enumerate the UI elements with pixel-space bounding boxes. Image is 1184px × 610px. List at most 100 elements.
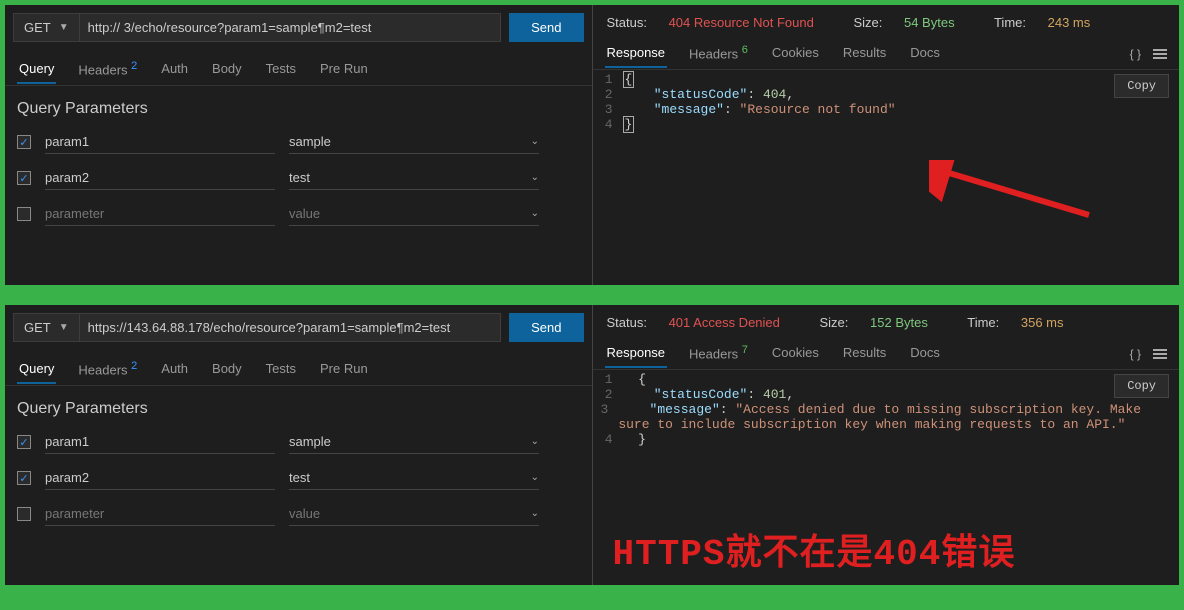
size-label: Size: xyxy=(853,15,886,30)
chevron-down-icon: ⌄ xyxy=(531,172,539,183)
status-bar: Status: 401 Access Denied Size: 152 Byte… xyxy=(593,305,1180,334)
request-pane: GET ▼ http:// 3/echo/resource?param1=sam… xyxy=(5,5,593,285)
param-value-input[interactable]: sample ⌄ xyxy=(289,130,539,154)
request-panel: GET ▼ http:// 3/echo/resource?param1=sam… xyxy=(5,5,1179,285)
code-line: 1{ xyxy=(601,72,1172,87)
chevron-down-icon: ⌄ xyxy=(531,472,539,483)
response-pane: Status: 401 Access Denied Size: 152 Byte… xyxy=(593,305,1180,585)
chevron-down-icon: ▼ xyxy=(59,22,69,33)
headers-badge: 2 xyxy=(131,360,137,372)
param-name-input[interactable]: param2 xyxy=(45,466,275,490)
line-number: 2 xyxy=(601,87,623,102)
http-method-select[interactable]: GET ▼ xyxy=(13,13,80,42)
param-value-input[interactable]: value ⌄ xyxy=(289,502,539,526)
resp-tab-headers[interactable]: Headers 7 xyxy=(687,338,750,369)
resp-headers-badge: 6 xyxy=(742,44,748,56)
req-tab-auth[interactable]: Auth xyxy=(159,355,190,384)
line-number: 3 xyxy=(601,402,619,432)
status-code: 401 Access Denied xyxy=(669,315,780,330)
chevron-down-icon: ⌄ xyxy=(531,508,539,519)
req-tab-tests[interactable]: Tests xyxy=(264,55,298,84)
url-input[interactable]: http:// 3/echo/resource?param1=sample¶m2… xyxy=(80,13,501,42)
param-checkbox[interactable] xyxy=(17,507,31,521)
response-body[interactable]: Copy1{2 "statusCode": 404,3 "message": "… xyxy=(593,70,1180,285)
resp-tab-response[interactable]: Response xyxy=(605,39,668,68)
time-value: 243 ms xyxy=(1048,15,1091,30)
param-value-input[interactable]: value ⌄ xyxy=(289,202,539,226)
req-tab-tests[interactable]: Tests xyxy=(264,355,298,384)
headers-badge: 2 xyxy=(131,60,137,72)
code-line: 2 "statusCode": 401, xyxy=(601,387,1172,402)
param-value-input[interactable]: sample ⌄ xyxy=(289,430,539,454)
menu-icon[interactable] xyxy=(1153,347,1167,361)
send-button[interactable]: Send xyxy=(509,313,583,342)
code-line: 4 } xyxy=(601,432,1172,447)
resp-tab-response[interactable]: Response xyxy=(605,339,668,368)
resp-tab-headers[interactable]: Headers 6 xyxy=(687,38,750,69)
time-value: 356 ms xyxy=(1021,315,1064,330)
resp-tab-docs[interactable]: Docs xyxy=(908,339,942,368)
param-checkbox[interactable] xyxy=(17,471,31,485)
line-number: 1 xyxy=(601,72,623,87)
param-row: param2 test ⌄ xyxy=(17,160,580,196)
status-bar: Status: 404 Resource Not Found Size: 54 … xyxy=(593,5,1180,34)
param-row: param1 sample ⌄ xyxy=(17,424,580,460)
chevron-down-icon: ⌄ xyxy=(531,136,539,147)
req-tab-body[interactable]: Body xyxy=(210,55,244,84)
braces-icon[interactable]: { } xyxy=(1130,347,1141,361)
resp-tab-docs[interactable]: Docs xyxy=(908,39,942,68)
resp-tab-results[interactable]: Results xyxy=(841,39,888,68)
code-line: 3 "message": "Resource not found" xyxy=(601,102,1172,117)
section-title: Query Parameters xyxy=(5,86,592,124)
req-tab-headers[interactable]: Headers 2 xyxy=(76,354,139,385)
param-name-input[interactable]: parameter xyxy=(45,502,275,526)
param-row: parameter value ⌄ xyxy=(17,196,580,232)
req-tab-body[interactable]: Body xyxy=(210,355,244,384)
braces-icon[interactable]: { } xyxy=(1130,47,1141,61)
method-label: GET xyxy=(24,20,51,35)
param-row: parameter value ⌄ xyxy=(17,496,580,532)
param-checkbox[interactable] xyxy=(17,171,31,185)
param-value-input[interactable]: test ⌄ xyxy=(289,466,539,490)
param-row: param1 sample ⌄ xyxy=(17,124,580,160)
param-checkbox[interactable] xyxy=(17,135,31,149)
menu-icon[interactable] xyxy=(1153,47,1167,61)
req-tab-pre-run[interactable]: Pre Run xyxy=(318,355,370,384)
status-label: Status: xyxy=(607,15,651,30)
param-name-input[interactable]: param1 xyxy=(45,130,275,154)
param-name-input[interactable]: param2 xyxy=(45,166,275,190)
response-pane: Status: 404 Resource Not Found Size: 54 … xyxy=(593,5,1180,285)
resp-tab-cookies[interactable]: Cookies xyxy=(770,39,821,68)
code-line: 4} xyxy=(601,117,1172,132)
req-tab-query[interactable]: Query xyxy=(17,355,56,384)
param-name-input[interactable]: param1 xyxy=(45,430,275,454)
response-body[interactable]: Copy1 {2 "statusCode": 401,3 "message": … xyxy=(593,370,1180,585)
req-tab-pre-run[interactable]: Pre Run xyxy=(318,55,370,84)
chevron-down-icon: ▼ xyxy=(59,322,69,333)
param-name-input[interactable]: parameter xyxy=(45,202,275,226)
send-button[interactable]: Send xyxy=(509,13,583,42)
param-value-text: test xyxy=(289,170,310,185)
method-label: GET xyxy=(24,320,51,335)
param-value-text: value xyxy=(289,206,320,221)
resp-tab-results[interactable]: Results xyxy=(841,339,888,368)
param-checkbox[interactable] xyxy=(17,207,31,221)
code-line: 2 "statusCode": 404, xyxy=(601,87,1172,102)
http-method-select[interactable]: GET ▼ xyxy=(13,313,80,342)
param-value-input[interactable]: test ⌄ xyxy=(289,166,539,190)
resp-tab-cookies[interactable]: Cookies xyxy=(770,339,821,368)
time-label: Time: xyxy=(967,315,1003,330)
param-value-text: sample xyxy=(289,134,331,149)
size-value: 152 Bytes xyxy=(870,315,928,330)
param-checkbox[interactable] xyxy=(17,435,31,449)
req-tab-query[interactable]: Query xyxy=(17,55,56,84)
line-number: 1 xyxy=(601,372,623,387)
param-value-text: value xyxy=(289,506,320,521)
param-row: param2 test ⌄ xyxy=(17,460,580,496)
req-tab-auth[interactable]: Auth xyxy=(159,55,190,84)
url-input[interactable]: https://143.64.88.178/echo/resource?para… xyxy=(80,313,501,342)
annotation-arrow xyxy=(929,160,1099,220)
copy-button[interactable]: Copy xyxy=(1114,374,1169,398)
copy-button[interactable]: Copy xyxy=(1114,74,1169,98)
req-tab-headers[interactable]: Headers 2 xyxy=(76,54,139,85)
